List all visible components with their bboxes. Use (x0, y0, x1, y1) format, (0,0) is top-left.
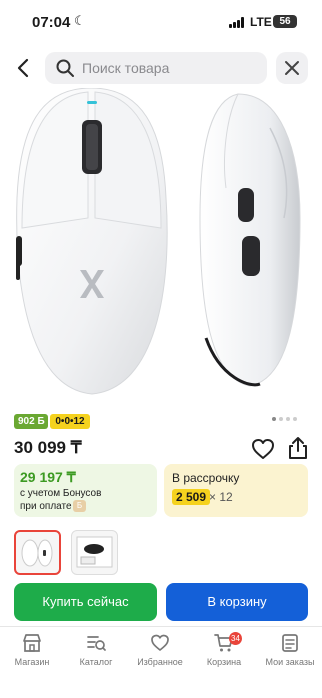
search-row (0, 52, 322, 84)
installment-badge: 0•0•12 (50, 414, 90, 429)
bonus-price-card[interactable]: 29 197 ₸ с учетом Бонусов при оплате Б (14, 464, 157, 517)
installment-title: В рассрочку (172, 471, 240, 485)
chevron-left-icon (17, 58, 29, 78)
bonus-coin-icon: Б (73, 500, 86, 512)
search-box[interactable] (45, 52, 267, 84)
status-bar: 07:04 ☾ LTE 56 (0, 0, 322, 44)
bottom-tab-bar: Магазин Каталог Избранное 34 Корзина Мои… (0, 626, 322, 698)
search-icon (56, 59, 74, 77)
orders-icon (282, 634, 298, 652)
bonus-badge: 902 Б (14, 414, 48, 429)
status-time: 07:04 (32, 14, 71, 31)
signal-icon (229, 17, 245, 28)
product-image-gallery[interactable] (0, 87, 322, 406)
tab-cart[interactable]: 34 Корзина (192, 632, 256, 673)
share-button[interactable] (287, 436, 309, 460)
battery-icon: 56 (273, 15, 297, 28)
tab-orders[interactable]: Мои заказы (258, 633, 322, 673)
gallery-pager (272, 417, 302, 423)
network-type: LTE (250, 15, 272, 29)
tab-label: Мои заказы (265, 657, 315, 667)
close-icon (285, 61, 299, 75)
catalog-icon (87, 636, 106, 651)
favorite-button[interactable] (251, 438, 275, 460)
moon-icon: ☾ (74, 13, 86, 28)
thumbnail-image (21, 539, 53, 567)
tab-catalog[interactable]: Каталог (64, 633, 128, 673)
installment-months: × 12 (209, 490, 233, 504)
buy-now-button[interactable]: Купить сейчас (14, 583, 157, 621)
tab-label: Каталог (79, 657, 113, 667)
variant-thumbnail-box[interactable] (71, 530, 118, 575)
installment-card[interactable]: В рассрочку 2 509 × 12 (164, 464, 308, 517)
heart-icon (252, 439, 274, 459)
tab-label: Корзина (206, 657, 242, 667)
bonus-price: 29 197 ₸ (20, 469, 76, 485)
cart-count-badge: 34 (229, 632, 242, 645)
variant-thumbnail-white[interactable] (14, 530, 61, 575)
store-icon (23, 634, 41, 652)
add-to-cart-button[interactable]: В корзину (166, 583, 308, 621)
heart-icon (151, 634, 169, 651)
bonus-note-line2: при оплате (20, 501, 72, 512)
thumbnail-image (76, 536, 113, 568)
bonus-note-line1: с учетом Бонусов (20, 488, 102, 499)
share-icon (289, 437, 307, 459)
tab-label: Избранное (137, 657, 183, 667)
tab-favorites[interactable]: Избранное (128, 633, 192, 673)
back-button[interactable] (12, 56, 36, 80)
tab-store[interactable]: Магазин (0, 633, 64, 673)
product-image (16, 87, 301, 395)
installment-amount: 2 509 (172, 489, 211, 505)
search-input[interactable] (82, 52, 262, 84)
product-price: 30 099 ₸ (14, 438, 82, 457)
close-button[interactable] (276, 52, 308, 84)
tab-label: Магазин (14, 657, 50, 667)
